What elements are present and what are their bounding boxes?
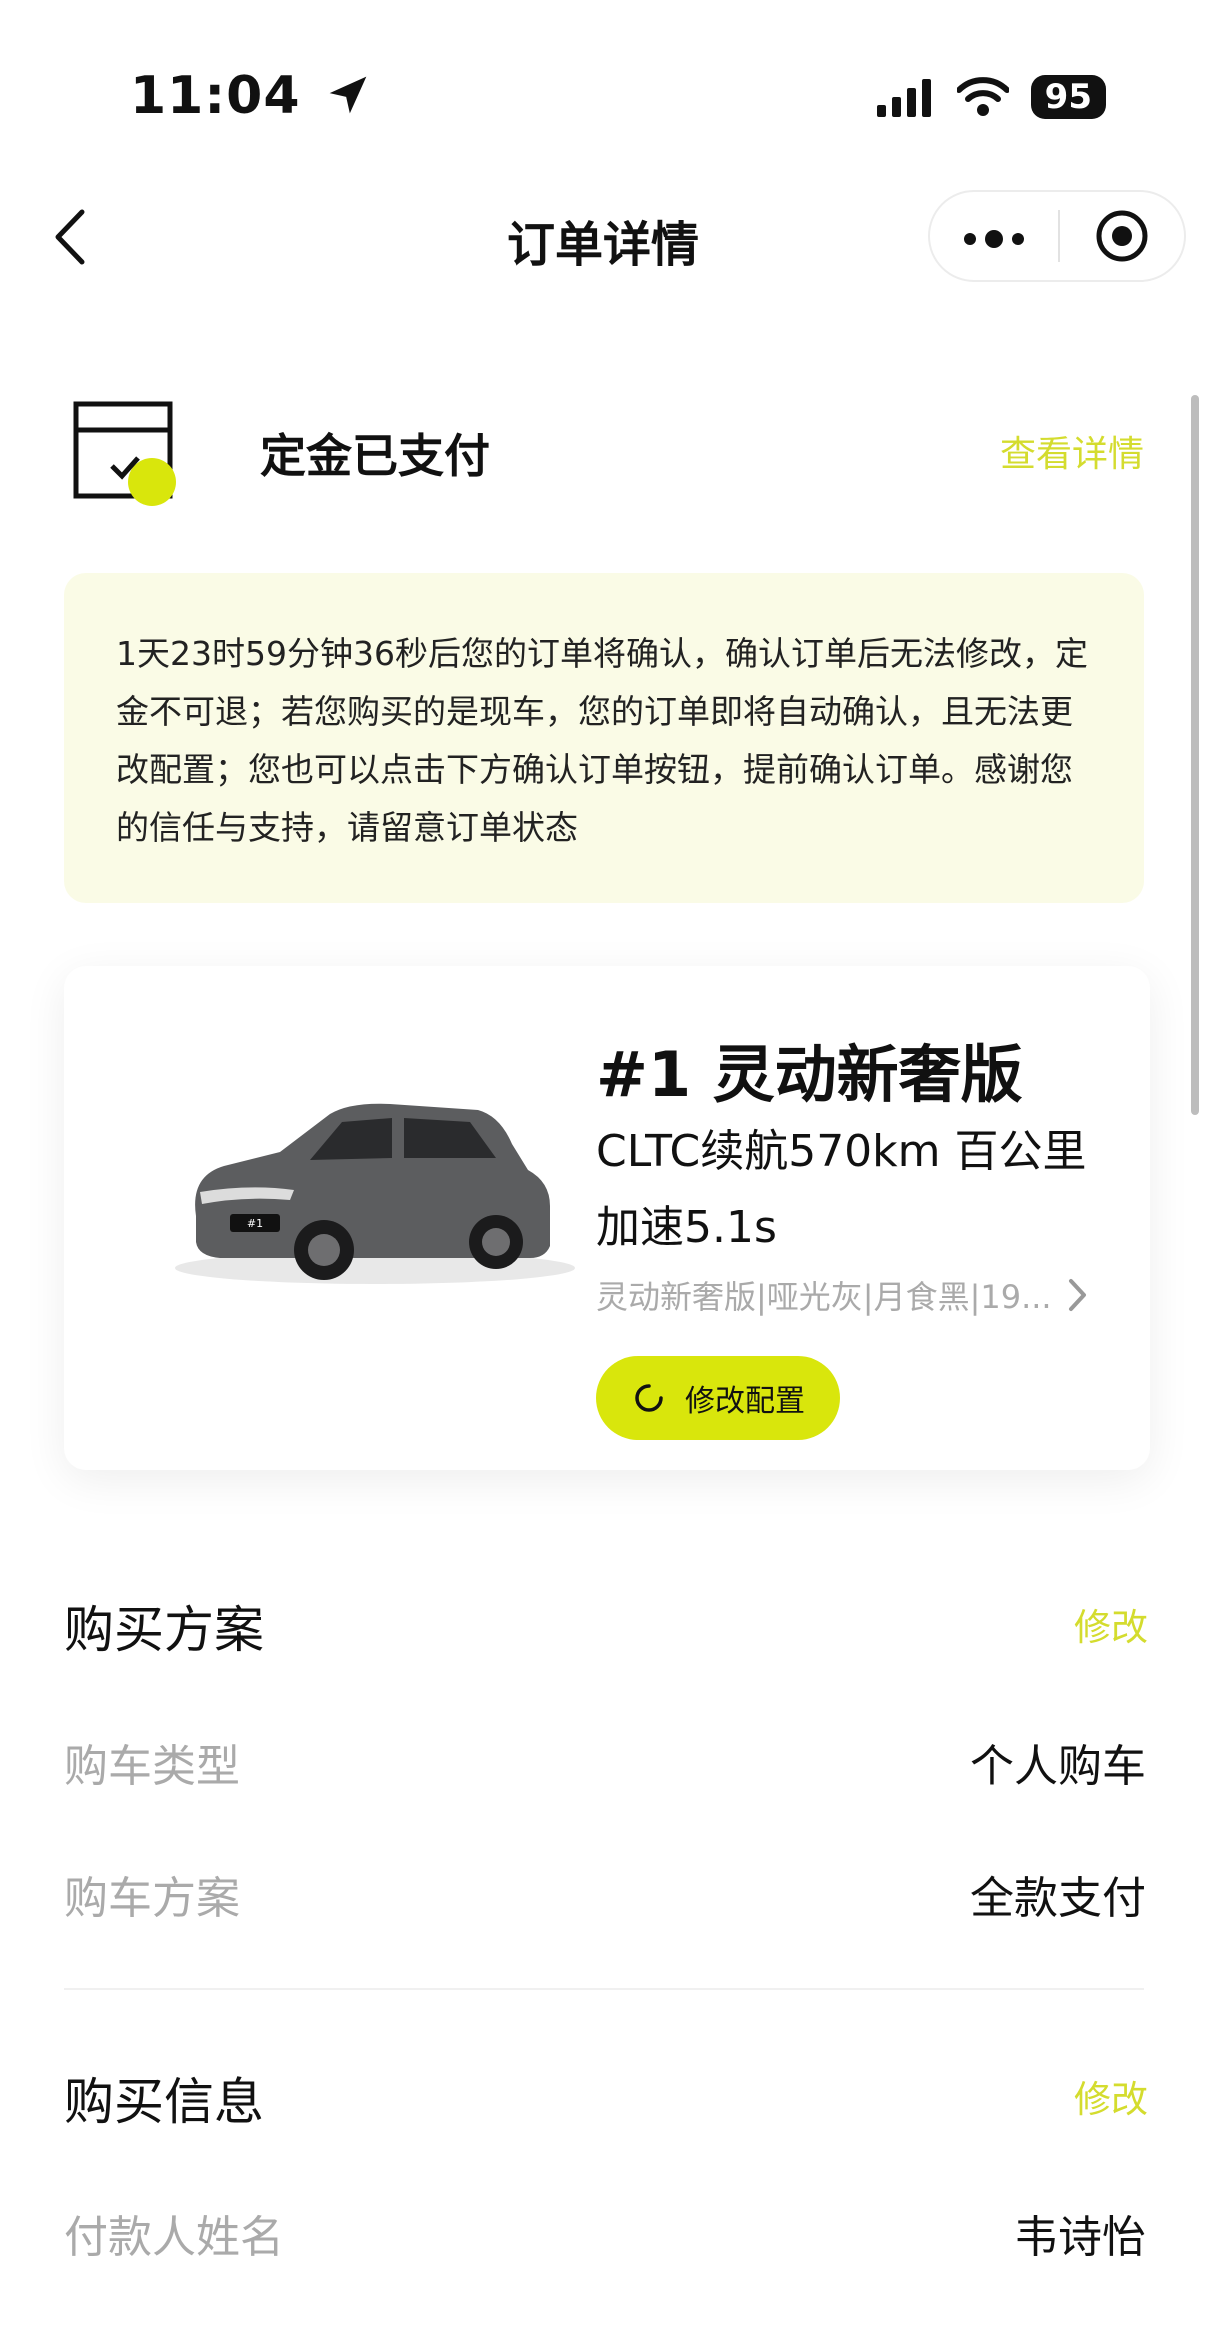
- order-status-label: 定金已支付: [260, 429, 490, 483]
- svg-text:#1: #1: [247, 1217, 263, 1230]
- purchase-type-value: 个人购车: [970, 1741, 1146, 1792]
- cellular-signal-icon: [876, 79, 931, 117]
- more-dots-icon: [964, 230, 1024, 248]
- miniprogram-capsule: [928, 190, 1186, 282]
- chevron-right-icon: [1068, 1279, 1086, 1311]
- deposit-paid-icon: [72, 400, 182, 510]
- purchase-plan-edit-link[interactable]: 修改: [1074, 1597, 1148, 1651]
- car-model-name: #1 灵动新奢版: [596, 1038, 1023, 1111]
- scrollbar[interactable]: [1191, 395, 1199, 1115]
- wifi-icon: [956, 77, 1009, 116]
- location-arrow-icon: [329, 76, 366, 114]
- target-icon: [1096, 210, 1148, 262]
- car-image: #1: [175, 1103, 575, 1284]
- modify-config-label: 修改配置: [685, 1384, 805, 1419]
- notice-text: 1天23时59分钟36秒后您的订单将确认，确认订单后无法修改，定金不可退；若您购…: [116, 634, 1088, 847]
- purchase-info-edit-link[interactable]: 修改: [1074, 2069, 1148, 2123]
- car-description: CLTC续航570km 百公里加速5.1s: [596, 1126, 1087, 1253]
- payer-name-value: 韦诗怡: [1014, 2212, 1146, 2263]
- loading-circle-icon: [635, 1384, 663, 1412]
- purchase-plan-label: 购车方案: [64, 1873, 240, 1924]
- more-button[interactable]: [930, 213, 1058, 259]
- payer-name-label: 付款人姓名: [64, 2212, 284, 2263]
- view-details-link[interactable]: 查看详情: [1000, 425, 1144, 477]
- confirmation-notice: 1天23时59分钟36秒后您的订单将确认，确认订单后无法修改，定金不可退；若您购…: [64, 573, 1144, 903]
- car-config-summary: 灵动新奢版|哑光灰|月食黑|19...: [596, 1278, 1052, 1316]
- purchase-plan-value: 全款支付: [970, 1873, 1146, 1924]
- purchase-type-label: 购车类型: [64, 1741, 240, 1792]
- close-miniprogram-button[interactable]: [1060, 208, 1184, 264]
- purchase-info-title: 购买信息: [64, 2073, 264, 2131]
- car-config-row[interactable]: 灵动新奢版|哑光灰|月食黑|19...: [596, 1272, 1156, 1318]
- modify-config-button[interactable]: 修改配置: [596, 1356, 840, 1440]
- status-time: 11:04: [130, 66, 370, 126]
- purchase-plan-title: 购买方案: [64, 1601, 264, 1659]
- battery-indicator: 95: [1030, 75, 1106, 119]
- status-indicators: 95: [875, 72, 1106, 122]
- car-card[interactable]: #1 #1 灵动新奢版 CLTC续航570km 百公里加速5.1s 灵动新奢版|…: [64, 966, 1150, 1470]
- time-text: 11:04: [130, 66, 301, 126]
- section-divider: [64, 1988, 1144, 1990]
